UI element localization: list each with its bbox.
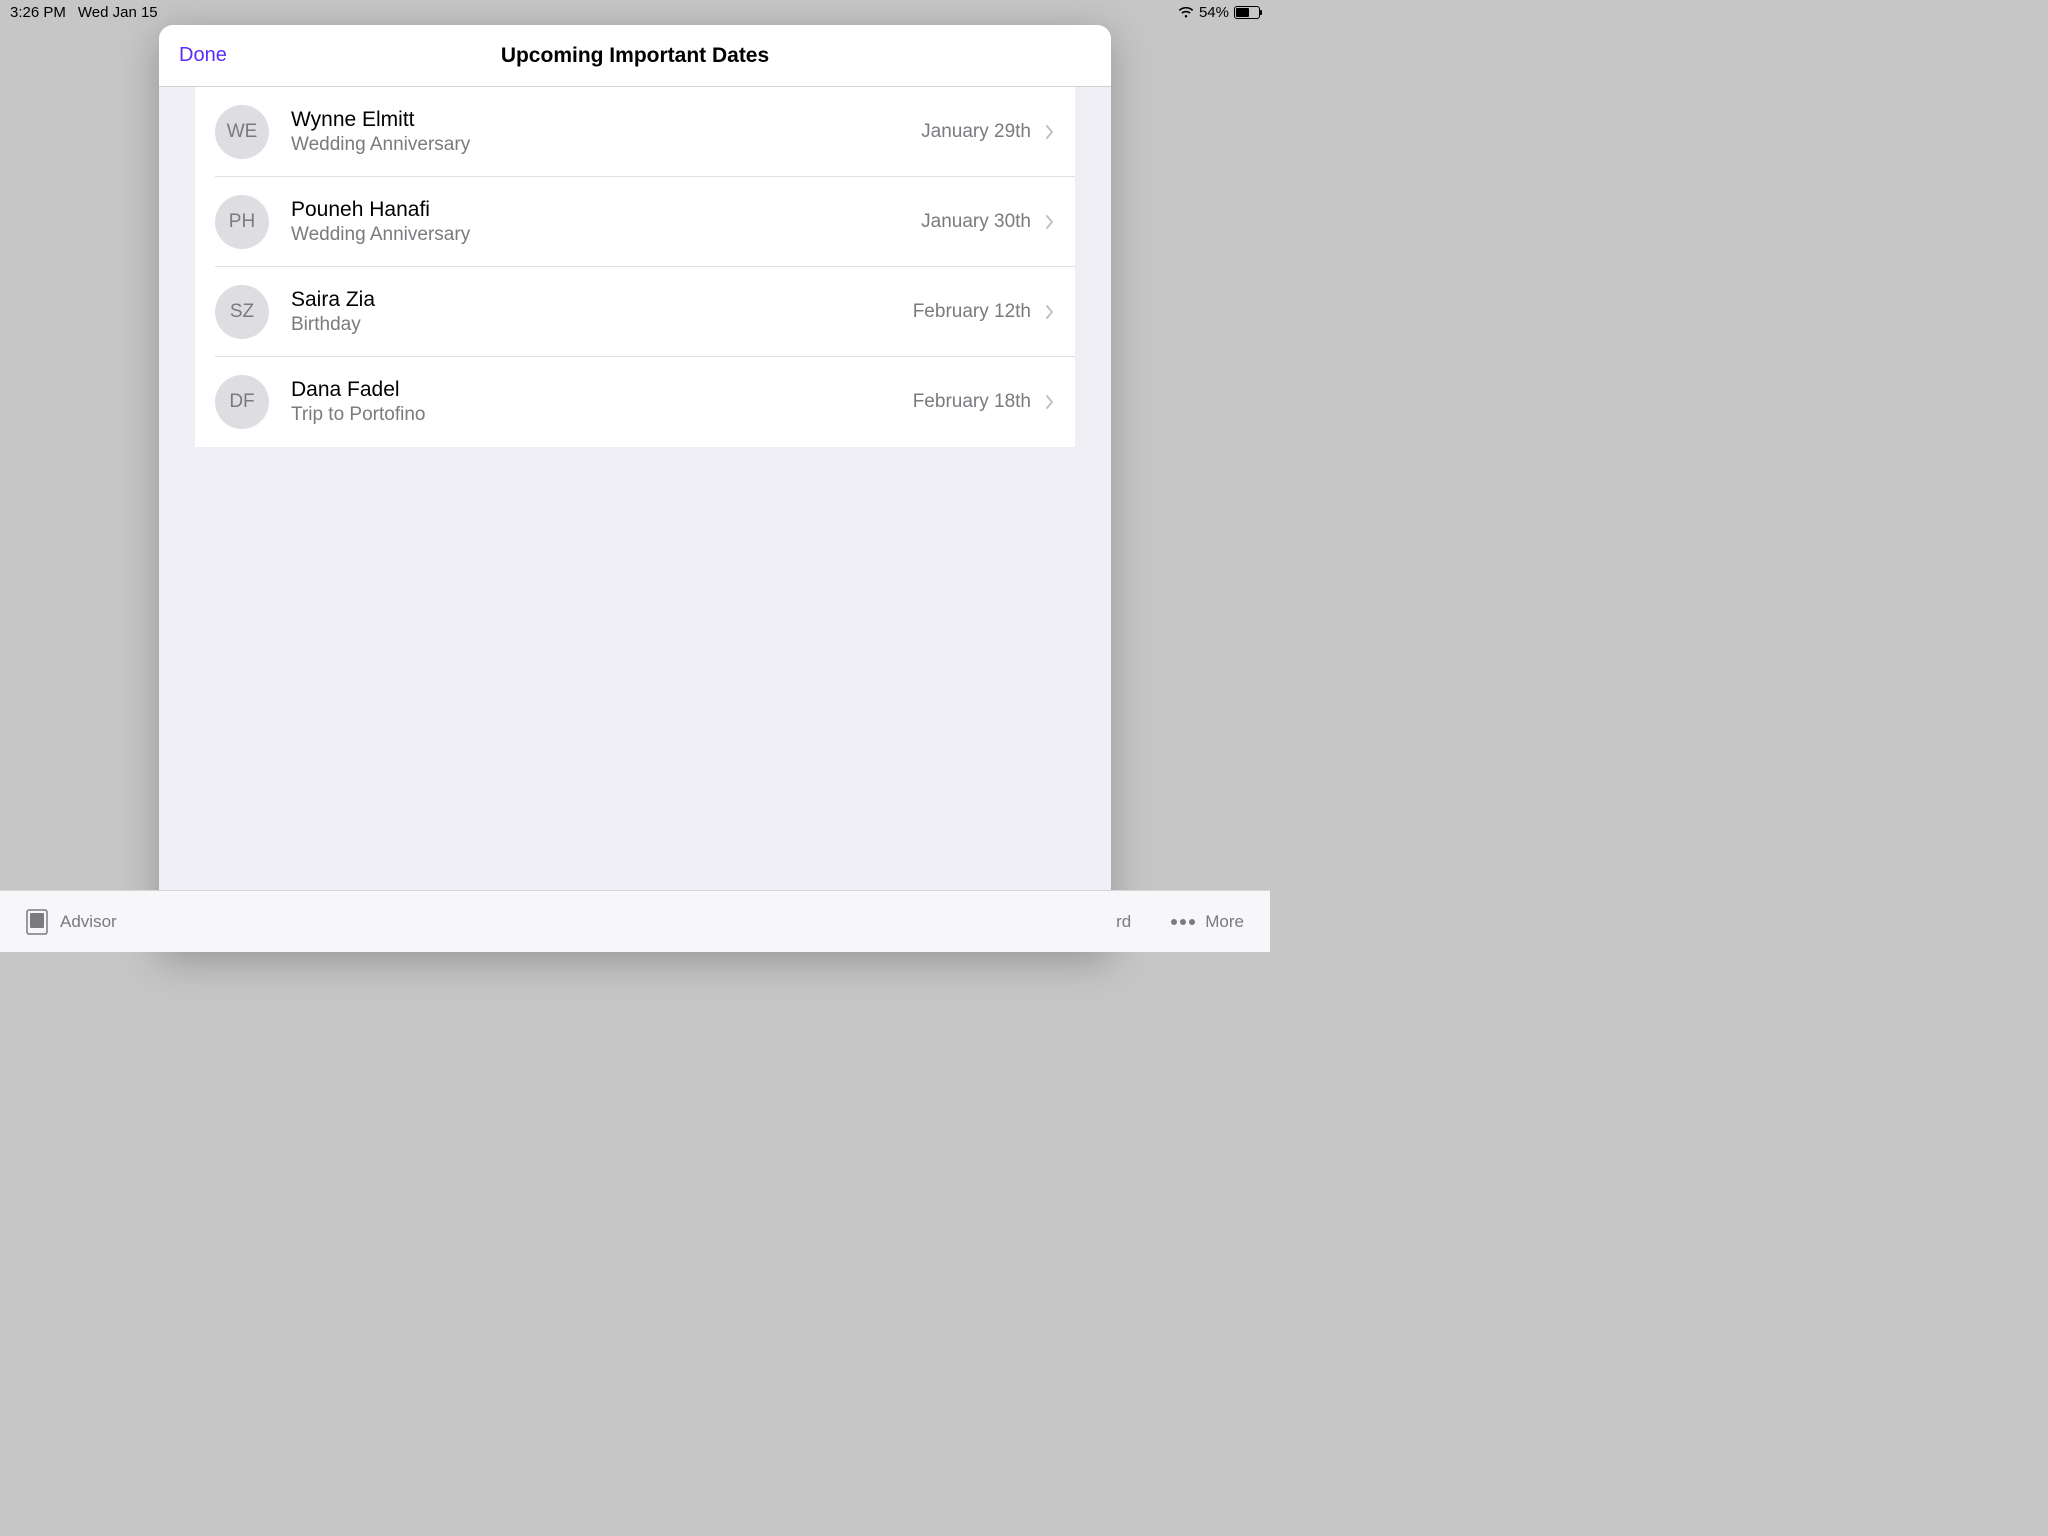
list-item[interactable]: PH Pouneh Hanafi Wedding Anniversary Jan…	[195, 177, 1075, 267]
row-date: February 18th	[913, 391, 1031, 413]
modal-header: Done Upcoming Important Dates	[159, 25, 1111, 87]
status-right: 54%	[1178, 4, 1260, 21]
chevron-right-icon	[1045, 304, 1055, 320]
avatar: SZ	[215, 285, 269, 339]
list-item[interactable]: DF Dana Fadel Trip to Portofino February…	[195, 357, 1075, 447]
row-event: Birthday	[291, 314, 913, 336]
list-item[interactable]: WE Wynne Elmitt Wedding Anniversary Janu…	[195, 87, 1075, 177]
row-text: Dana Fadel Trip to Portofino	[291, 378, 913, 426]
wifi-icon	[1178, 6, 1194, 18]
bottom-tab-bar: Advisor rd More	[0, 890, 1270, 952]
tab-advisor[interactable]: Advisor	[26, 909, 117, 935]
row-name: Wynne Elmitt	[291, 108, 921, 132]
row-name: Dana Fadel	[291, 378, 913, 402]
row-date: January 30th	[921, 211, 1031, 233]
modal-sheet: Done Upcoming Important Dates WE Wynne E…	[159, 25, 1111, 952]
tab-label-fragment: rd	[1116, 912, 1131, 932]
tablet-icon	[26, 909, 48, 935]
list-item[interactable]: SZ Saira Zia Birthday February 12th	[195, 267, 1075, 357]
modal-title: Upcoming Important Dates	[159, 44, 1111, 68]
bottom-right: rd More	[1116, 912, 1244, 932]
done-button[interactable]: Done	[179, 44, 227, 67]
status-battery-percent: 54%	[1199, 4, 1229, 21]
row-event: Trip to Portofino	[291, 404, 913, 426]
dates-list: WE Wynne Elmitt Wedding Anniversary Janu…	[195, 87, 1075, 447]
row-date: January 29th	[921, 121, 1031, 143]
status-left: 3:26 PM Wed Jan 15	[10, 4, 158, 21]
avatar: DF	[215, 375, 269, 429]
tab-label: Advisor	[60, 912, 117, 932]
row-event: Wedding Anniversary	[291, 224, 921, 246]
chevron-right-icon	[1045, 124, 1055, 140]
chevron-right-icon	[1045, 394, 1055, 410]
row-name: Pouneh Hanafi	[291, 198, 921, 222]
more-icon[interactable]	[1171, 919, 1195, 925]
row-name: Saira Zia	[291, 288, 913, 312]
avatar: PH	[215, 195, 269, 249]
battery-icon	[1234, 6, 1260, 19]
row-date: February 12th	[913, 301, 1031, 323]
row-text: Pouneh Hanafi Wedding Anniversary	[291, 198, 921, 246]
row-event: Wedding Anniversary	[291, 134, 921, 156]
status-date: Wed Jan 15	[78, 4, 158, 21]
status-bar: 3:26 PM Wed Jan 15 54%	[0, 0, 1270, 24]
row-text: Wynne Elmitt Wedding Anniversary	[291, 108, 921, 156]
tab-more-label[interactable]: More	[1205, 912, 1244, 932]
status-time: 3:26 PM	[10, 4, 66, 21]
chevron-right-icon	[1045, 214, 1055, 230]
row-text: Saira Zia Birthday	[291, 288, 913, 336]
avatar: WE	[215, 105, 269, 159]
